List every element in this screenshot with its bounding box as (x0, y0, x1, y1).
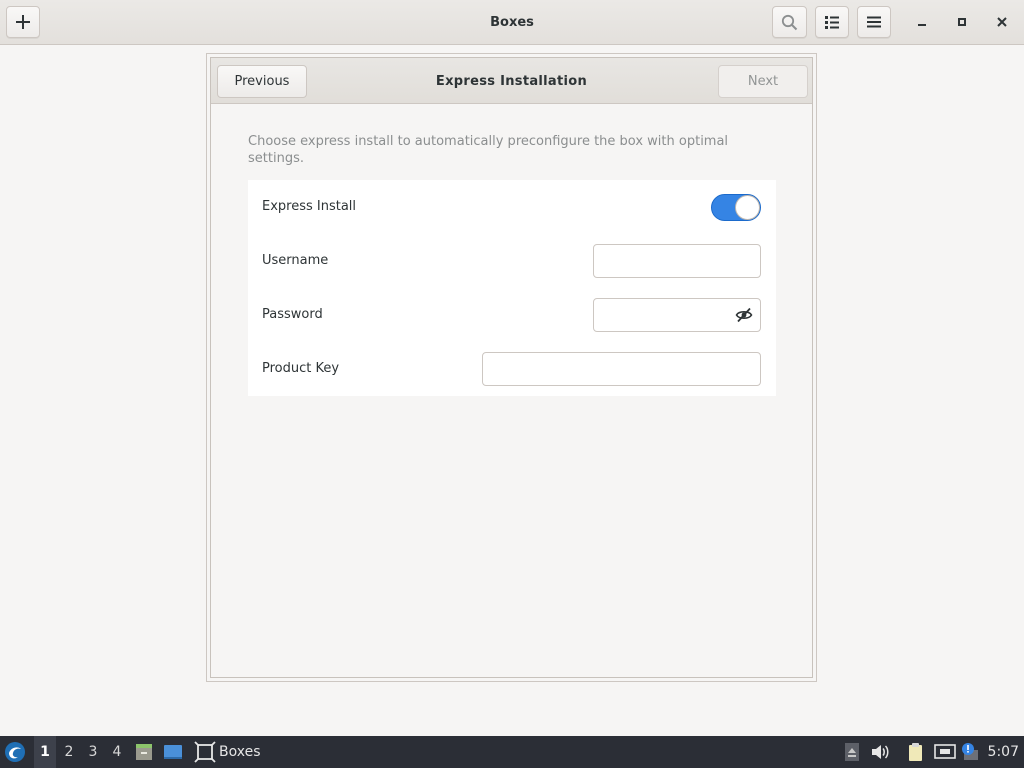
search-icon (781, 14, 798, 30)
product-key-label: Product Key (262, 361, 340, 376)
main-menu-button[interactable] (857, 6, 891, 38)
file-cabinet-icon (136, 744, 152, 760)
workspace-1[interactable]: 1 (34, 736, 56, 768)
plus-icon (16, 15, 30, 29)
taskbar-task-boxes[interactable]: Boxes (191, 736, 281, 768)
close-icon (997, 17, 1007, 27)
express-install-form: Express Install Username Password Produc… (248, 180, 776, 396)
close-button[interactable] (988, 8, 1016, 36)
dialog-header: Previous Express Installation Next (211, 58, 812, 104)
workspace-4[interactable]: 4 (106, 736, 128, 768)
product-key-input[interactable] (482, 352, 761, 386)
express-install-switch[interactable] (711, 194, 761, 221)
password-label: Password (262, 307, 323, 322)
search-button[interactable] (772, 6, 807, 38)
desktop-launcher[interactable] (163, 742, 183, 762)
list-view-icon (825, 16, 839, 29)
speaker-icon (872, 745, 889, 759)
desktop-icon (164, 745, 182, 759)
description-text: Choose express install to automatically … (248, 134, 729, 166)
file-manager-launcher[interactable] (134, 742, 154, 762)
taskbar: 1 2 3 4 Boxes 5:07 (0, 736, 1024, 768)
clock[interactable]: 5:07 (988, 736, 1019, 768)
notification-icon (962, 743, 978, 760)
up-arrow-tray-icon (845, 743, 859, 761)
minimize-button[interactable] (908, 8, 936, 36)
task-label: Boxes (219, 744, 261, 760)
tray-clipboard[interactable] (906, 742, 926, 762)
header-bar: Boxes (0, 0, 1024, 45)
clipboard-icon (909, 743, 922, 761)
username-input[interactable] (593, 244, 761, 278)
workspace-2[interactable]: 2 (58, 736, 80, 768)
username-label: Username (262, 253, 329, 268)
network-wired-icon (934, 744, 956, 759)
boxes-app-icon (194, 741, 216, 763)
new-box-button[interactable] (6, 6, 40, 38)
dialog-frame: Previous Express Installation Next Choos… (210, 57, 813, 678)
maximize-button[interactable] (948, 8, 976, 36)
tray-network[interactable] (934, 742, 956, 762)
express-install-label: Express Install (262, 199, 357, 214)
tray-notifications[interactable] (960, 742, 980, 762)
tray-updates[interactable] (843, 742, 863, 762)
express-installation-page: Previous Express Installation Next Choos… (206, 53, 817, 682)
hamburger-menu-icon (867, 16, 881, 28)
tray-volume[interactable] (870, 742, 890, 762)
eye-hidden-icon[interactable] (735, 306, 753, 324)
distro-logo-icon (5, 742, 25, 762)
password-field (593, 298, 761, 332)
start-menu-button[interactable] (4, 741, 26, 763)
list-view-button[interactable] (815, 6, 849, 38)
maximize-icon (958, 18, 966, 26)
workspace-3[interactable]: 3 (82, 736, 104, 768)
minimize-icon (918, 24, 926, 26)
switch-knob (735, 195, 760, 220)
next-button[interactable]: Next (718, 65, 808, 98)
